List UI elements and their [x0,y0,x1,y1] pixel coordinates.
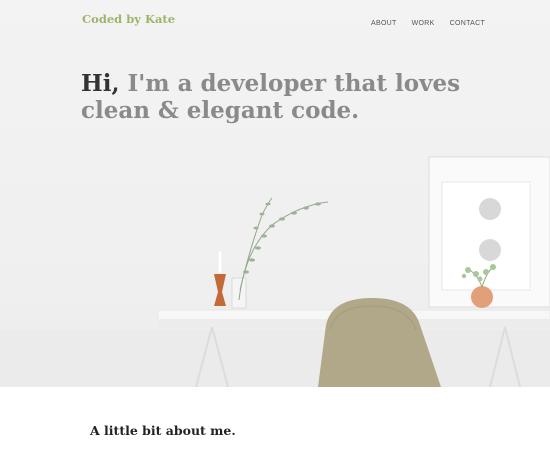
main-nav: ABOUT WORK CONTACT [371,20,500,27]
hero-greeting: Hi, [81,70,120,97]
plant-vase [231,197,329,309]
about-section: A little bit about me. [0,387,550,455]
nav-item-about[interactable]: ABOUT [371,20,397,27]
about-title: A little bit about me. [90,423,236,438]
hero-illustration [0,156,550,387]
hero-section: Coded by Kate ABOUT WORK CONTACT Hi, I'm… [0,0,550,387]
nav-item-contact[interactable]: CONTACT [450,20,485,27]
floor-shadow [0,330,550,387]
candle-holder [214,250,226,306]
nav-item-work[interactable]: WORK [412,20,435,27]
framed-print [428,156,550,308]
hero-headline-text: I'm a developer that loves clean & elega… [81,70,461,124]
brand-logo[interactable]: Coded by Kate [82,12,175,26]
hero-headline: Hi, I'm a developer that loves clean & e… [81,70,461,124]
